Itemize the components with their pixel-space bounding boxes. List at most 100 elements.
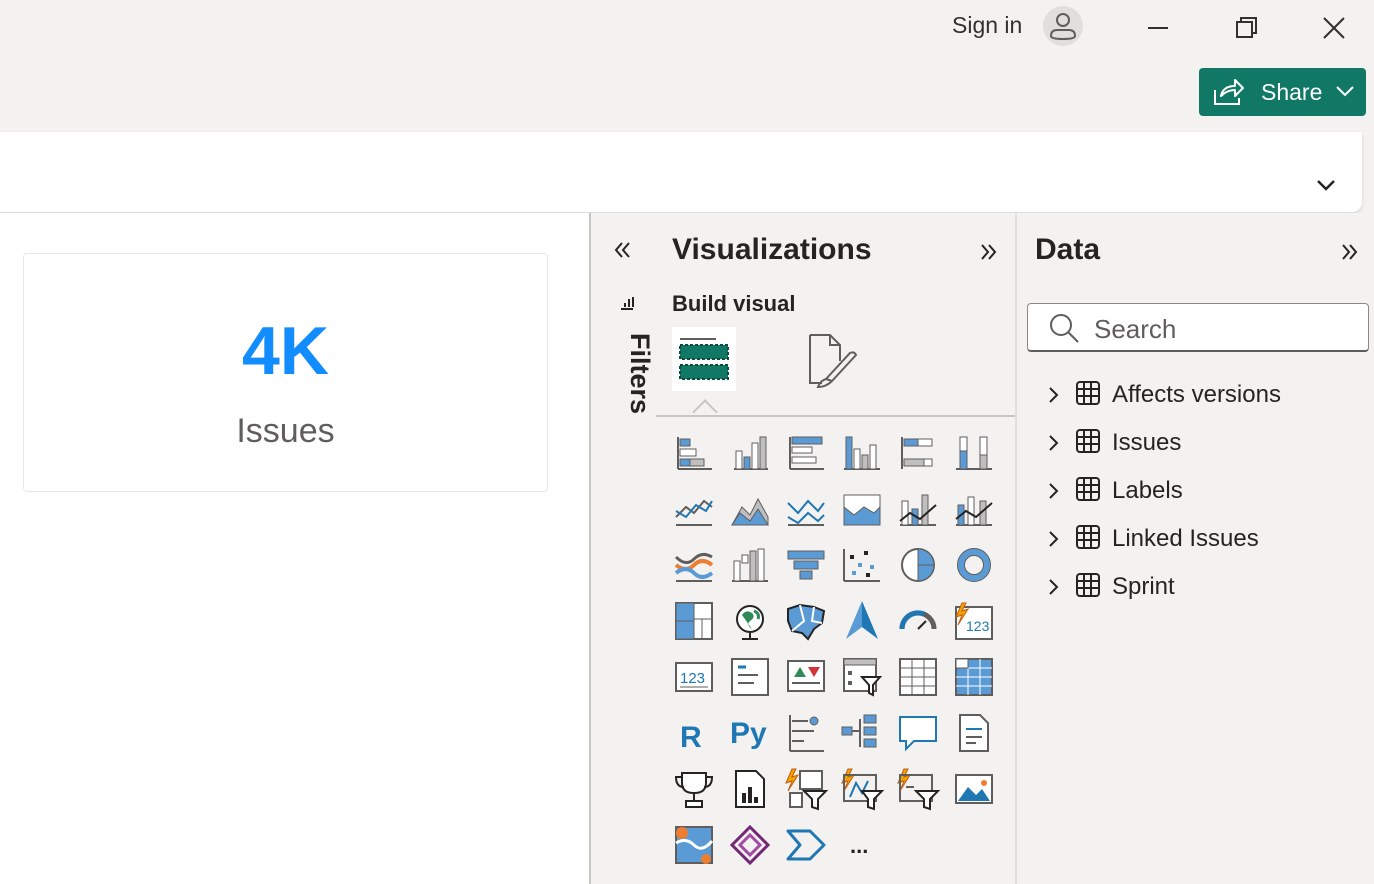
chevron-right-icon[interactable] <box>1047 386 1061 404</box>
table-item-sprint[interactable]: Sprint <box>1047 568 1367 608</box>
share-icon <box>1211 76 1245 108</box>
table-label: Sprint <box>1112 573 1175 600</box>
user-avatar-icon[interactable] <box>1043 6 1083 46</box>
r-visual-icon[interactable] <box>952 655 996 699</box>
table-item-labels[interactable]: Labels <box>1047 472 1367 512</box>
smart-narrative-icon[interactable] <box>896 711 940 755</box>
funnel-chart-icon[interactable] <box>784 543 828 587</box>
report-canvas[interactable]: 4K Issues <box>0 213 589 884</box>
table-item-linked-issues[interactable]: Linked Issues <box>1047 520 1367 560</box>
collapse-visualizations-icon[interactable] <box>978 243 998 261</box>
share-button[interactable]: Share <box>1199 68 1366 116</box>
line-and-stacked-column-chart-icon[interactable] <box>896 487 940 531</box>
build-visual-label: Build visual <box>672 291 796 316</box>
svg-text:123: 123 <box>680 670 705 687</box>
close-icon[interactable] <box>1314 10 1354 46</box>
tab-indicator <box>692 399 718 425</box>
table-item-affects-versions[interactable]: Affects versions <box>1047 376 1367 416</box>
format-visual-tab[interactable] <box>802 331 862 391</box>
area-chart-icon[interactable] <box>728 487 772 531</box>
table-label: Labels <box>1112 477 1183 504</box>
table-icon <box>1075 524 1101 550</box>
chevron-right-icon[interactable] <box>1047 578 1061 596</box>
chevron-down-icon[interactable] <box>1335 84 1355 98</box>
matrix-icon[interactable] <box>896 655 940 699</box>
map-icon[interactable] <box>728 599 772 643</box>
svg-text:Py: Py <box>730 717 767 750</box>
line-and-clustered-column-chart-icon[interactable] <box>952 487 996 531</box>
metrics-icon[interactable] <box>672 767 716 811</box>
100-stacked-bar-chart-icon[interactable] <box>896 431 940 475</box>
ribbon-chart-icon[interactable] <box>672 543 716 587</box>
restore-icon[interactable] <box>1226 10 1266 46</box>
gauge-icon[interactable] <box>896 599 940 643</box>
power-apps-diamond-icon[interactable] <box>728 823 772 867</box>
azure-map-icon[interactable] <box>840 599 884 643</box>
format-visual-icon <box>809 334 858 389</box>
collapse-data-icon[interactable] <box>1339 243 1359 261</box>
line-chart-icon[interactable] <box>672 487 716 531</box>
table-item-issues[interactable]: Issues <box>1047 424 1367 464</box>
stacked-column-chart-icon[interactable] <box>728 431 772 475</box>
table-icon <box>1075 572 1101 598</box>
card-label: Issues <box>236 412 335 450</box>
expand-filters-icon[interactable] <box>613 241 633 259</box>
power-automate-icon[interactable] <box>784 767 828 811</box>
multi-row-card-icon[interactable]: 123 <box>672 655 716 699</box>
slicer-icon[interactable] <box>784 655 828 699</box>
picture-icon[interactable] <box>952 767 996 811</box>
build-visual-icon <box>679 338 729 380</box>
more-visuals-icon[interactable]: ... <box>840 823 884 867</box>
filters-pane[interactable]: Filters <box>589 213 658 884</box>
paginated-report-icon[interactable] <box>952 711 996 755</box>
python-visual-icon[interactable]: R <box>672 711 716 755</box>
qa-icon[interactable] <box>840 711 884 755</box>
filters-label[interactable]: Filters <box>624 333 655 414</box>
svg-text:...: ... <box>850 833 868 858</box>
chevron-right-icon[interactable] <box>1047 434 1061 452</box>
table-icon[interactable] <box>840 655 884 699</box>
treemap-icon[interactable] <box>672 599 716 643</box>
stacked-area-chart-icon[interactable] <box>784 487 828 531</box>
power-apps-icon[interactable] <box>728 767 772 811</box>
data-title: Data <box>1035 233 1101 266</box>
expand-ribbon-chevron-icon[interactable] <box>1316 178 1336 192</box>
key-influencers-icon[interactable]: Py <box>728 711 778 755</box>
kpi-icon[interactable] <box>728 655 772 699</box>
filter-icon <box>619 295 637 315</box>
100-stacked-area-chart-icon[interactable] <box>840 487 884 531</box>
clustered-bar-chart-icon[interactable] <box>784 431 828 475</box>
stacked-bar-chart-icon[interactable] <box>672 431 716 475</box>
title-bar: Sign in Share <box>0 0 1374 132</box>
table-label: Issues <box>1112 429 1182 456</box>
share-label: Share <box>1261 79 1323 105</box>
decomposition-tree-icon[interactable] <box>784 711 828 755</box>
100-stacked-column-chart-icon[interactable] <box>952 431 996 475</box>
build-visual-tab[interactable] <box>672 327 736 391</box>
filled-map-icon[interactable] <box>784 599 828 643</box>
scatter-chart-icon[interactable] <box>840 543 884 587</box>
data-search-input[interactable]: Search <box>1027 303 1369 352</box>
tab-divider <box>656 415 1015 417</box>
search-placeholder: Search <box>1094 314 1177 344</box>
arcgis-map-icon[interactable] <box>672 823 716 867</box>
card-icon[interactable]: 123 <box>952 599 996 643</box>
card-value: 4K <box>242 313 329 389</box>
donut-chart-icon[interactable] <box>952 543 996 587</box>
minimize-icon[interactable] <box>1138 10 1178 46</box>
card-visual[interactable]: 4K Issues <box>23 253 548 492</box>
chevron-right-icon[interactable] <box>1047 530 1061 548</box>
clustered-column-chart-icon[interactable] <box>840 431 884 475</box>
pie-chart-icon[interactable] <box>896 543 940 587</box>
visualizations-title: Visualizations <box>672 233 872 266</box>
image-icon[interactable] <box>840 767 884 811</box>
chevron-right-icon[interactable] <box>1047 482 1061 500</box>
sign-in-link[interactable]: Sign in <box>952 12 1022 39</box>
table-icon <box>1075 380 1101 406</box>
table-icon <box>1075 428 1101 454</box>
power-automate-flow-icon[interactable] <box>784 823 828 867</box>
ribbon <box>0 132 1362 212</box>
filter-visual-icon[interactable] <box>896 767 940 811</box>
waterfall-chart-icon[interactable] <box>728 543 772 587</box>
visualizations-pane: Visualizations Build visual 123 123 R Py… <box>656 213 1017 884</box>
